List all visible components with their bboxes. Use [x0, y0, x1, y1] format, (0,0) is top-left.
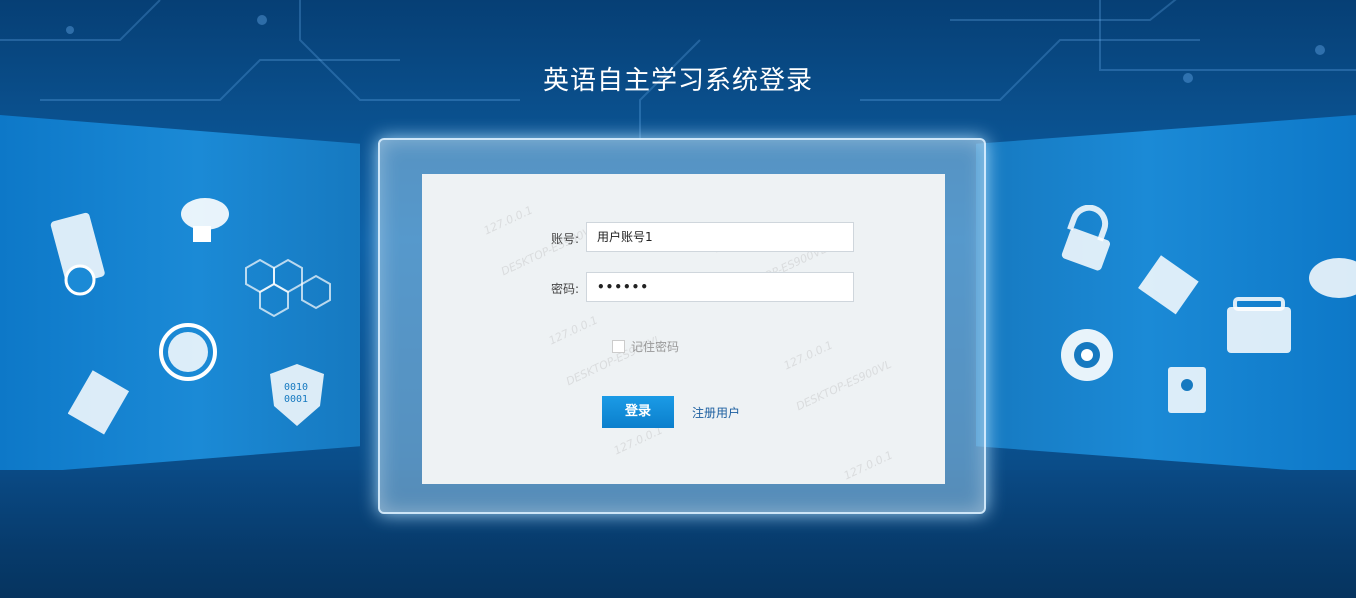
watermark-host: DESKTOP-ES900VL [794, 357, 894, 414]
shield-binary-icon: 0010 0001 [270, 364, 324, 426]
login-card: 127.0.0.1 DESKTOP-ES900VL 127.0.0.1 DESK… [422, 174, 945, 484]
folder-icon [1138, 255, 1199, 315]
watermark-ip: 127.0.0.1 [611, 423, 665, 458]
remember-checkbox[interactable] [612, 340, 625, 353]
watermark-ip: 127.0.0.1 [841, 448, 895, 483]
account-label: 账号: [550, 232, 579, 246]
globe-lock-icon [1061, 205, 1111, 271]
login-button[interactable]: 登录 [602, 396, 674, 428]
password-label: 密码: [550, 282, 579, 296]
hexagon-network-icon [245, 258, 331, 318]
account-input[interactable]: 用户账号1 [586, 222, 854, 252]
svg-text:0001: 0001 [284, 394, 308, 405]
briefcase-icon [1227, 297, 1291, 353]
register-link[interactable]: 注册用户 [692, 404, 740, 421]
svg-text:0010: 0010 [284, 382, 308, 393]
cloud-icon [1309, 258, 1356, 298]
remember-label: 记住密码 [631, 340, 680, 354]
page-title: 英语自主学习系统登录 [542, 66, 813, 96]
contacts-icon [1168, 367, 1206, 413]
gear-icon [1061, 329, 1113, 381]
watermark-ip: 127.0.0.1 [481, 203, 535, 238]
globe-icon [159, 323, 217, 381]
photos-icon [68, 370, 130, 435]
cloud-lock-icon [181, 198, 229, 242]
server-lock-icon [50, 212, 105, 296]
watermark-ip: 127.0.0.1 [781, 338, 835, 373]
watermark-host: DESKTOP-ES900VL [499, 222, 599, 279]
watermark-ip: 127.0.0.1 [546, 313, 600, 348]
password-input[interactable]: •••••• [586, 272, 854, 302]
remember-password[interactable]: 记住密码 [612, 338, 679, 355]
